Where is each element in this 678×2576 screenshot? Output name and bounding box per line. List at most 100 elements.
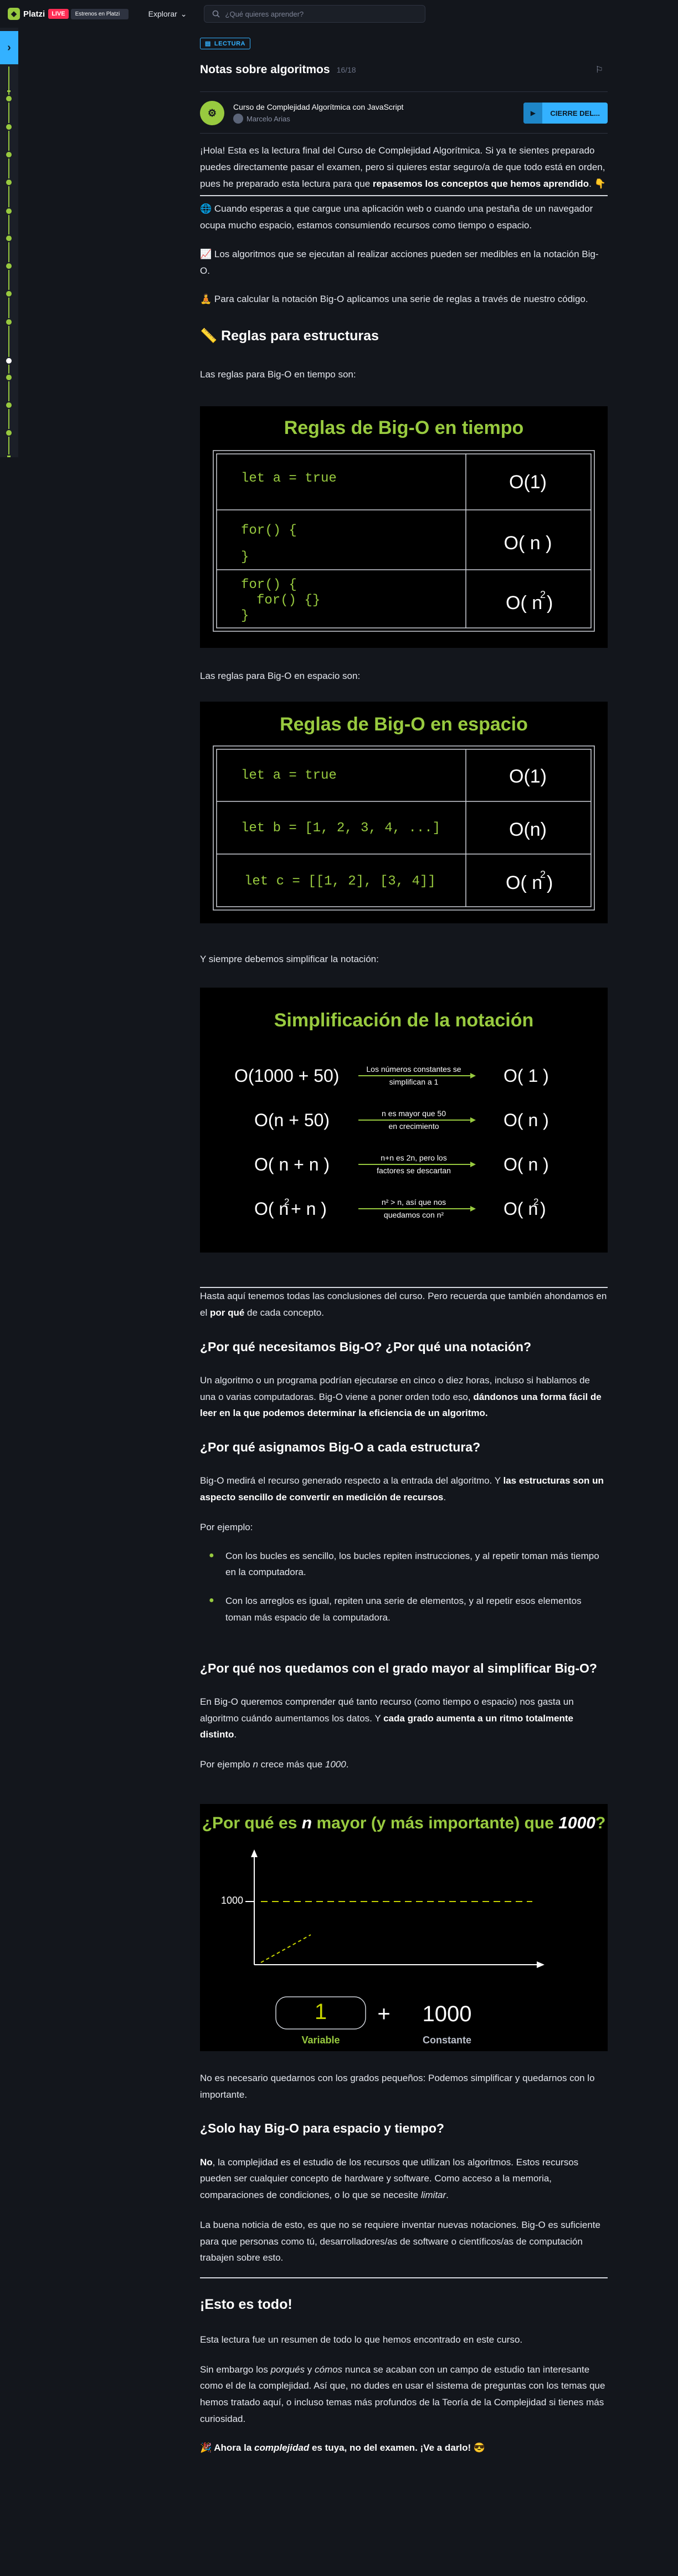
left-expression: O( n + n ) [254, 1154, 330, 1174]
title-row: Notas sobre algoritmos 16/18 ⚐ [200, 63, 608, 76]
figure-time-rules: Reglas de Big-O en tiempo let a = true O… [200, 406, 608, 648]
arrow-note: n es mayor que 50 [382, 1109, 446, 1118]
platzi-logo[interactable]: ◆ Platzi [8, 8, 45, 20]
class-dot[interactable] [5, 207, 13, 215]
explore-menu[interactable]: Explorar ⌄ [148, 9, 187, 19]
current-class-dot[interactable] [5, 357, 13, 365]
teacher-name: Marcelo Arias [246, 114, 290, 123]
class-dot[interactable] [5, 262, 13, 270]
exponent: 2 [284, 1197, 289, 1207]
code-text: let a = true [241, 471, 337, 486]
complexity-label: O( n ) [504, 533, 552, 554]
lesson-type-tag: ▤ LECTURA [200, 38, 250, 49]
arrow-note: simplifican a 1 [389, 1077, 439, 1086]
live-badge[interactable]: LIVE [48, 9, 69, 19]
paragraph: Un algoritmo o un programa podrían ejecu… [200, 1374, 602, 1419]
right-expression: ) [540, 1199, 546, 1219]
search-placeholder: ¿Qué quieres aprender? [225, 9, 304, 18]
bullet-icon: ● [209, 1596, 214, 1605]
page-title: Notas sobre algoritmos [200, 63, 330, 76]
paragraph: ¡Hola! Esta es la lectura final del Curs… [200, 145, 606, 189]
complexity-label: ) [547, 592, 553, 614]
article-body: ¡Hola! Esta es la lectura final del Curs… [200, 142, 608, 2456]
streaming-label[interactable]: Estrenos en Platzi [70, 8, 129, 19]
exponent: 2 [540, 589, 546, 600]
axis-tick-label: 1000 [221, 1895, 243, 1906]
section-heading: 📏 Reglas para estructuras [200, 328, 379, 344]
figure-title: Reglas de Big-O en tiempo [284, 417, 524, 438]
class-dot[interactable] [5, 123, 13, 131]
right-expression: O( 1 ) [504, 1066, 549, 1086]
left-expression: + n ) [291, 1199, 327, 1219]
complexity-label: O( n [506, 592, 542, 614]
explore-label: Explorar [148, 9, 177, 18]
paragraph: 📈 Los algoritmos que se ejecutan al real… [200, 248, 599, 276]
section-heading: ¿Por qué asignamos Big-O a cada estructu… [200, 1440, 481, 1454]
figure-title: ¿Por qué es n mayor (y más importante) q… [202, 1814, 606, 1832]
flag-icon[interactable]: ⚐ [595, 64, 603, 75]
reading-content: ▤ LECTURA Notas sobre algoritmos 16/18 ⚐… [200, 33, 608, 2456]
course-name[interactable]: Curso de Complejidad Algorítmica con Jav… [233, 103, 403, 111]
constant-label: Constante [423, 2035, 471, 2046]
class-dot[interactable] [5, 151, 13, 159]
arrow-note: factores se descartan [377, 1166, 451, 1175]
section-heading: ¿Por qué necesitamos Big-O? ¿Por qué una… [200, 1339, 532, 1354]
paragraph: Hasta aquí tenemos todas las conclusione… [200, 1291, 607, 1318]
list-item: ● Con los bucles es sencillo, los bucles… [209, 1548, 608, 1581]
exponent: 2 [540, 869, 546, 880]
right-expression: O( n ) [504, 1154, 549, 1174]
paragraph: 🌐 Cuando esperas a que cargue una aplica… [200, 203, 593, 231]
code-text: for() { [241, 577, 297, 592]
paragraph: Las reglas para Big-O en tiempo son: [200, 369, 356, 380]
paragraph: 🧘 Para calcular la notación Big-O aplica… [200, 294, 588, 305]
search-icon [212, 10, 220, 18]
right-expression: O( n [504, 1199, 538, 1219]
progress-tick [7, 456, 11, 457]
chevron-right-icon: › [7, 41, 11, 54]
paragraph: Big-O medirá el recurso generado respect… [200, 1475, 604, 1502]
paragraph: La buena noticia de esto, es que no se r… [200, 2219, 600, 2263]
class-dot[interactable] [5, 178, 13, 186]
course-close-button[interactable]: ▶ CIERRE DEL... [523, 103, 608, 124]
list-item: ● Con los arreglos es igual, repiten una… [209, 1593, 608, 1626]
class-dot[interactable] [5, 290, 13, 298]
course-badge-icon[interactable]: ⚙ [200, 101, 224, 125]
code-text: for() { [241, 523, 297, 538]
lesson-type-label: LECTURA [214, 40, 245, 47]
expand-menu-button[interactable]: › [0, 31, 18, 64]
exponent: 2 [533, 1197, 538, 1207]
arrow-note: n+n es 2n, pero los [381, 1153, 446, 1162]
class-dot[interactable] [5, 95, 13, 103]
class-dot[interactable] [5, 318, 13, 326]
growth-line [260, 1934, 311, 1963]
figure-space-rules: Reglas de Big-O en espacio let a = true … [200, 702, 608, 924]
search-input[interactable]: ¿Qué quieres aprender? [203, 5, 425, 23]
arrow-note: quedamos con n² [384, 1210, 444, 1219]
bullet-icon: ● [209, 1550, 214, 1560]
play-icon: ▶ [523, 103, 543, 124]
paragraph: En Big-O queremos comprender qué tanto r… [200, 1696, 574, 1740]
paragraph: No, la complejidad es el estudio de los … [200, 2156, 579, 2201]
code-text: let a = true [241, 768, 337, 783]
paragraph: 🎉 Ahora la complejidad es tuya, no del e… [200, 2442, 486, 2453]
code-text: } [241, 609, 249, 623]
divider [200, 2277, 608, 2278]
class-dot[interactable] [5, 429, 13, 437]
section-heading: ¿Por qué nos quedamos con el grado mayor… [200, 1660, 597, 1675]
code-text: } [241, 550, 249, 565]
right-expression: O( n ) [504, 1110, 549, 1130]
class-dot[interactable] [5, 234, 13, 242]
teacher: Marcelo Arias [233, 114, 403, 124]
paragraph: Esta lectura fue un resumen de todo lo q… [200, 2334, 523, 2345]
arrow-note: Los números constantes se [366, 1065, 461, 1074]
class-dot[interactable] [5, 401, 13, 409]
lesson-count: 16/18 [336, 65, 356, 74]
plus-sign: + [377, 2002, 390, 2026]
document-icon: ▤ [205, 40, 211, 47]
complexity-label: O(1) [509, 766, 547, 787]
space-rules-diagram: Reglas de Big-O en espacio let a = true … [213, 714, 595, 911]
paragraph: No es necesario quedarnos con los grados… [200, 2072, 595, 2100]
class-dot[interactable] [5, 374, 13, 381]
code-text: let b = [1, 2, 3, 4, ...] [241, 821, 440, 836]
divider [200, 195, 608, 197]
